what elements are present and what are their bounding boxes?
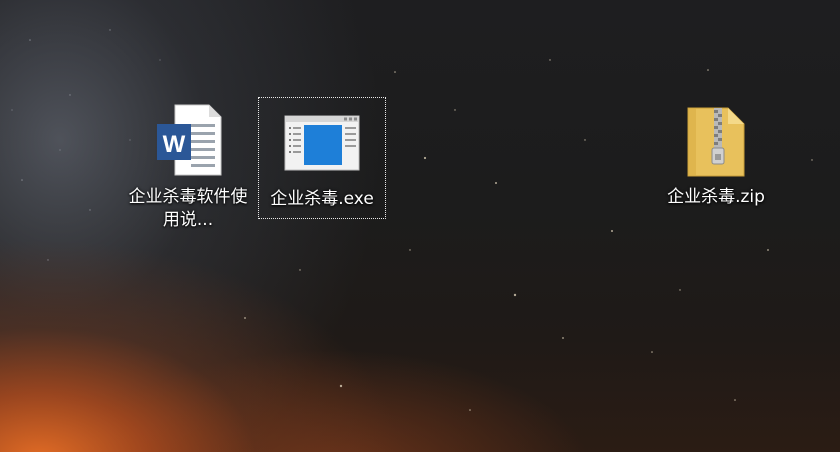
desktop-icon-label: 企业杀毒.exe	[270, 189, 374, 209]
desktop-icon-exe-application[interactable]: 企业杀毒.exe	[258, 97, 386, 219]
desktop-icon-label: 企业杀毒.zip	[667, 187, 765, 207]
word-document-icon: W	[150, 102, 226, 178]
application-exe-icon	[284, 104, 360, 180]
desktop-icon-zip-archive[interactable]: 企业杀毒.zip	[652, 96, 780, 209]
desktop-icon-label: 企业杀毒软件使用说...	[128, 187, 248, 230]
desktop-icon-word-document[interactable]: W 企业杀毒软件使用说...	[124, 96, 252, 232]
svg-text:W: W	[163, 131, 186, 158]
zip-folder-icon	[678, 102, 754, 178]
desktop-background[interactable]: W 企业杀毒软件使用说... 企业杀毒.exe 企业杀毒.zip	[0, 0, 840, 452]
